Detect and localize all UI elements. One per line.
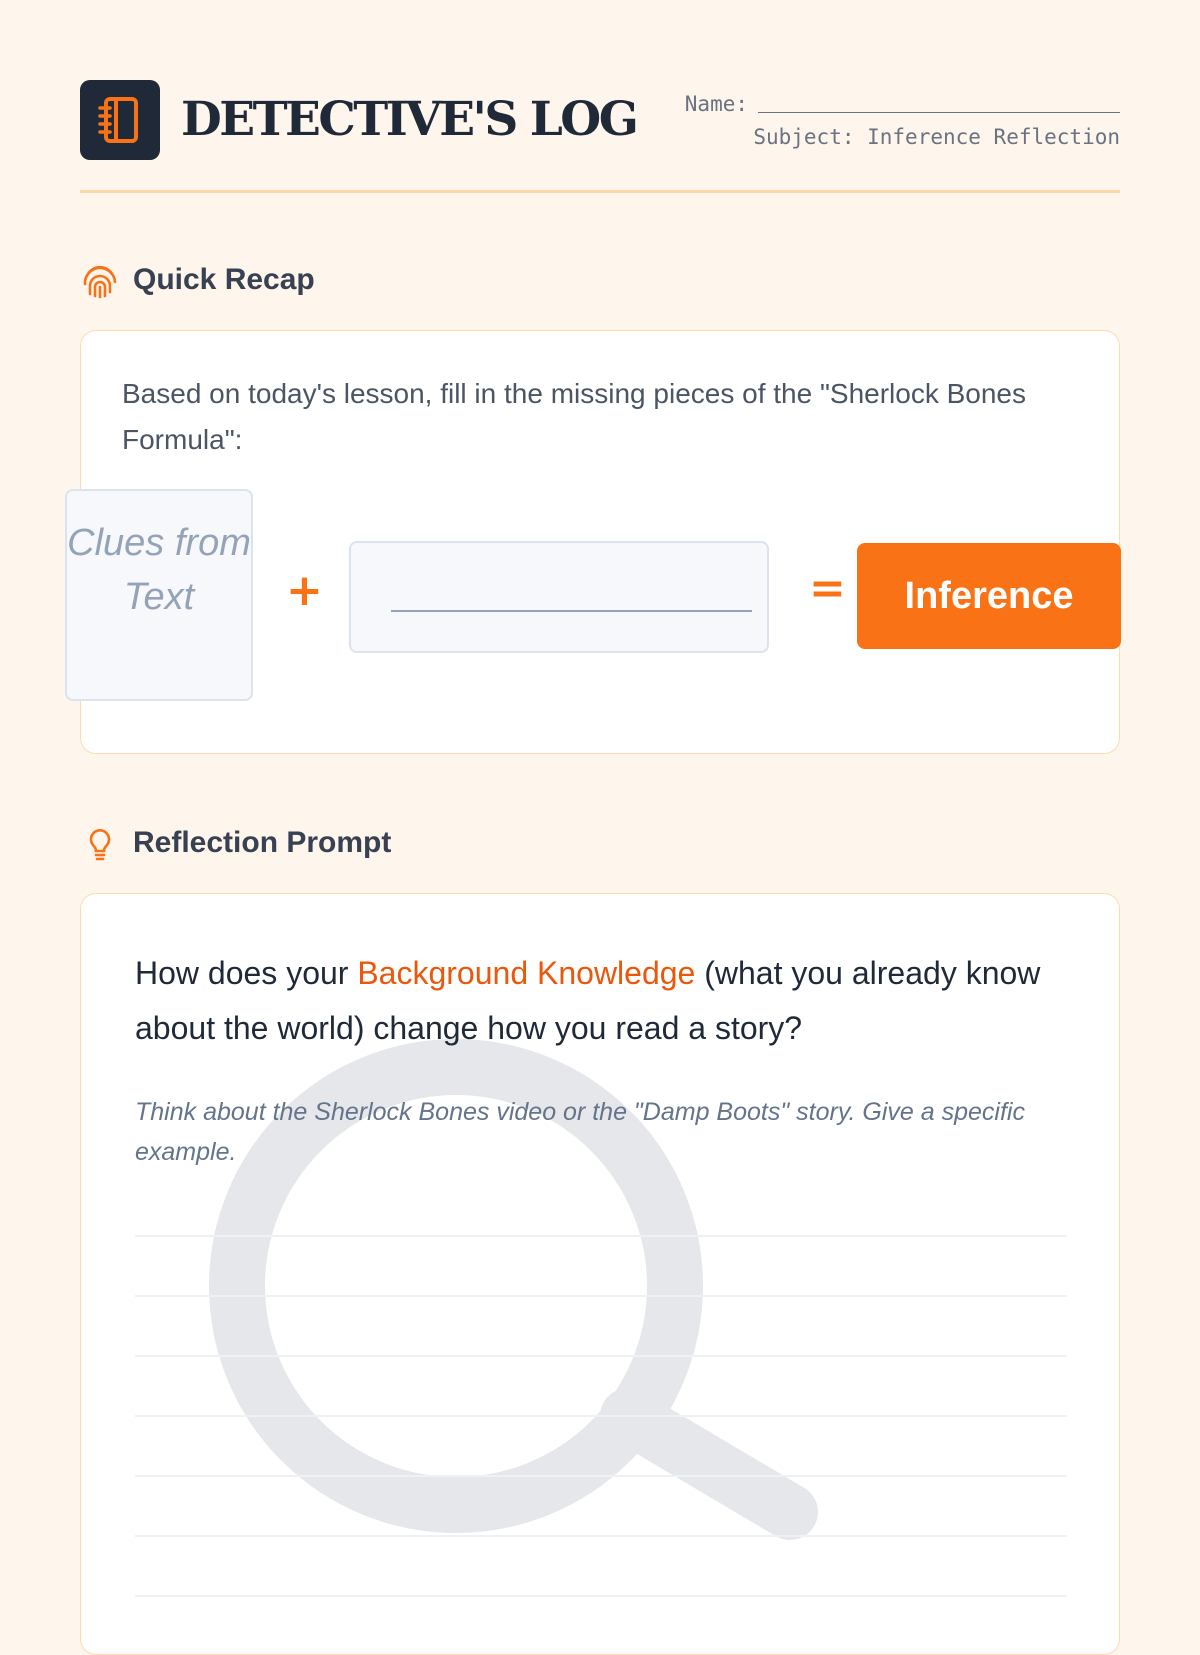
recap-heading: Quick Recap: [80, 260, 315, 300]
answer-line[interactable]: [135, 1475, 1067, 1477]
name-row: Name:: [685, 88, 1120, 121]
header: DETECTIVE'S LOG Name: Subject: Inference…: [80, 80, 1120, 193]
answer-line[interactable]: [135, 1235, 1067, 1237]
reflection-heading-label: Reflection Prompt: [133, 826, 392, 859]
inference-box: Inference: [857, 543, 1121, 649]
answer-line[interactable]: [135, 1535, 1067, 1537]
name-field[interactable]: [758, 92, 1120, 113]
worksheet-page: DETECTIVE'S LOG Name: Subject: Inference…: [65, 0, 1121, 1655]
reflection-card: How does your Background Knowledge (what…: [80, 893, 1120, 1655]
answer-line[interactable]: [135, 1595, 1067, 1597]
missing-piece-field[interactable]: [349, 541, 769, 653]
answer-line[interactable]: [135, 1295, 1067, 1297]
page-title: DETECTIVE'S LOG: [181, 92, 639, 147]
notebook-icon: [80, 80, 160, 160]
background-knowledge-highlight: Background Knowledge: [357, 955, 696, 991]
student-meta: Name: Subject: Inference Reflection: [685, 88, 1120, 154]
lightbulb-icon: [80, 823, 120, 863]
clues-from-text-box: Clues from Text: [65, 489, 253, 701]
reflection-question: How does your Background Knowledge (what…: [135, 946, 1075, 1056]
recap-card: Based on today's lesson, fill in the mis…: [65, 330, 1121, 754]
answer-line[interactable]: [135, 1355, 1067, 1357]
recap-instruction: Based on today's lesson, fill in the mis…: [122, 378, 1026, 455]
name-label: Name:: [684, 92, 748, 116]
reflection-heading: Reflection Prompt: [80, 823, 391, 863]
recap-heading-label: Quick Recap: [133, 263, 315, 296]
blank-line: [391, 610, 752, 612]
equals-sign: =: [809, 563, 846, 614]
question-pre: How does your: [135, 955, 358, 991]
answer-line[interactable]: [135, 1415, 1067, 1417]
plus-sign: +: [286, 565, 323, 616]
subject-label: Subject: Inference Reflection: [753, 125, 1120, 149]
fingerprint-icon: [80, 260, 120, 300]
reflection-hint: Think about the Sherlock Bones video or …: [135, 1098, 1025, 1166]
